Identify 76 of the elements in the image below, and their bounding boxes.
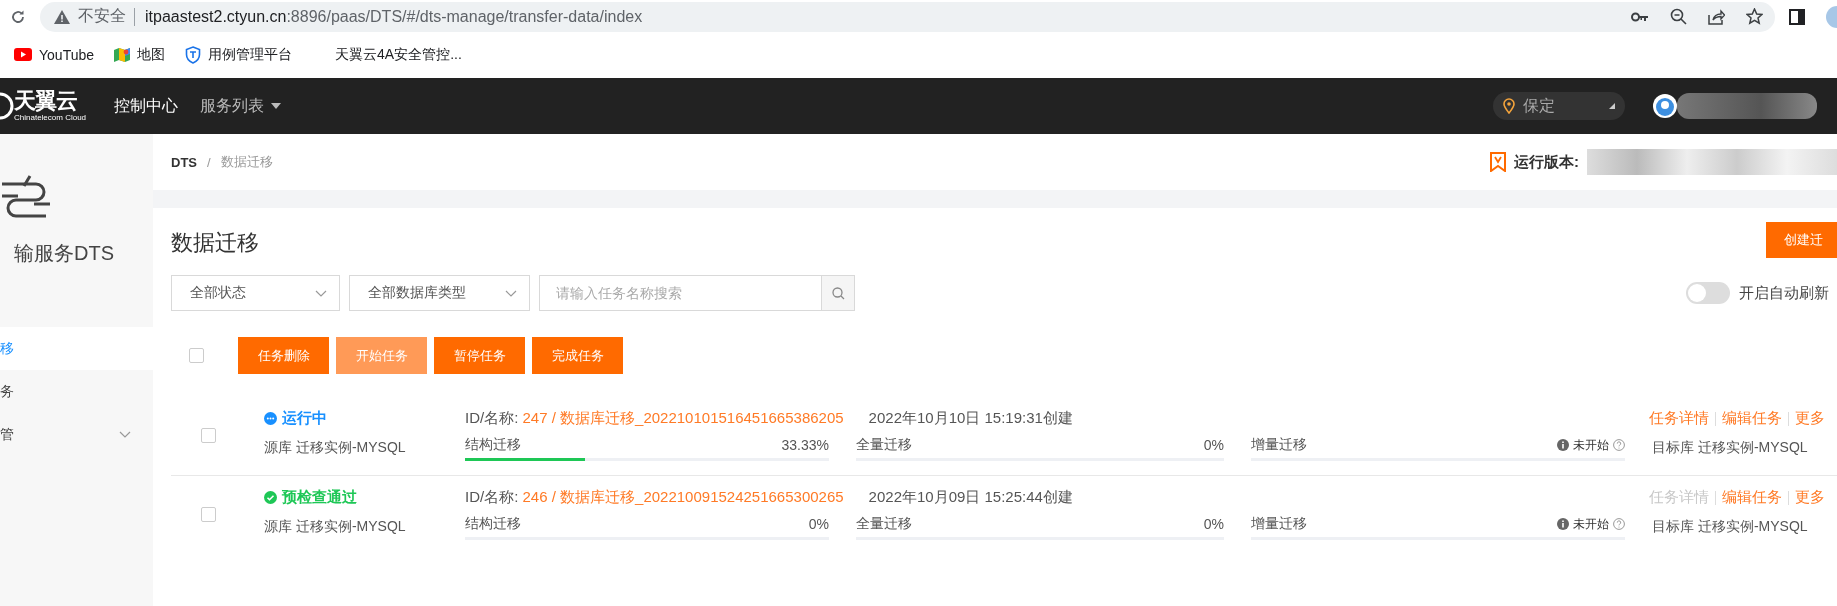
toggle-label: 开启自动刷新 <box>1739 283 1829 303</box>
stage-name: 增量迁移 <box>1251 515 1307 533</box>
stage-name: 增量迁移 <box>1251 436 1307 454</box>
row-checkbox[interactable] <box>201 506 216 522</box>
stage-percent: 0% <box>1203 437 1224 453</box>
stage-percent: 33.33% <box>781 437 829 453</box>
video-play-icon <box>14 48 32 61</box>
info-icon <box>1557 518 1569 530</box>
status-dropdown[interactable]: 全部状态 <box>171 275 340 311</box>
logo[interactable]: 天翼云 Chinatelecom Cloud <box>0 90 98 122</box>
source-database: 源库 迁移实例-MYSQL <box>264 439 407 457</box>
created-time: 2022年10月09日 15:25:44创建 <box>868 488 1073 507</box>
chevron-down-icon <box>315 289 327 297</box>
bookmark[interactable]: YouTube <box>14 46 94 63</box>
sidebar-item[interactable]: 务 <box>0 370 153 413</box>
toggle-switch[interactable] <box>1686 282 1730 304</box>
info-icon <box>1557 439 1569 451</box>
source-database: 源库 迁移实例-MYSQL <box>264 518 407 536</box>
help-icon[interactable] <box>1613 518 1625 530</box>
help-icon[interactable] <box>1613 439 1625 451</box>
breadcrumb-current: 数据迁移 <box>220 153 273 171</box>
chevron-down-icon <box>119 431 131 438</box>
warning-icon <box>54 9 70 24</box>
nav-menu-item[interactable]: 服务列表 <box>200 95 281 117</box>
address-bar[interactable]: 不安全 itpaastest2.ctyun.cn:8896/paas/DTS/#/dts-manage/transfer-data/index <box>40 1 1775 32</box>
bookmark[interactable]: 用例管理平台 <box>185 45 292 64</box>
side-panel-icon[interactable] <box>1789 8 1805 25</box>
select-all-checkbox[interactable] <box>189 348 204 363</box>
zoom-out-icon[interactable] <box>1670 8 1687 25</box>
stage-status: 未开始 <box>1573 436 1609 454</box>
sidebar-item[interactable]: 管 <box>0 413 153 456</box>
stage-status: 未开始 <box>1573 515 1609 533</box>
check-circle-icon <box>264 491 277 504</box>
region-selector[interactable]: 保定 <box>1493 92 1625 120</box>
stage-name: 结构迁移 <box>465 515 521 533</box>
stage-percent: 0% <box>808 516 829 532</box>
chevron-down-icon <box>505 289 517 297</box>
shield-icon <box>185 45 201 64</box>
star-icon[interactable] <box>1746 8 1763 25</box>
security-label: 不安全 <box>78 6 126 26</box>
stage-name: 全量迁移 <box>856 515 912 533</box>
bookmark[interactable]: 地图 <box>114 45 165 64</box>
page-title: 数据迁移 <box>171 229 259 257</box>
reload-icon[interactable] <box>10 8 26 25</box>
location-pin-icon <box>1503 98 1515 114</box>
created-time: 2022年10月10日 15:19:31创建 <box>868 409 1073 428</box>
version-label: 运行版本: <box>1514 152 1579 172</box>
row-checkbox[interactable] <box>201 427 216 443</box>
task-id-name: ID/名称: 246 / 数据库迁移_202210091524251665300265 <box>465 488 844 507</box>
stage-percent: 0% <box>1203 516 1224 532</box>
bookmark[interactable]: 天翼云4A安全管控... <box>312 45 462 64</box>
key-icon[interactable] <box>1631 11 1649 22</box>
search-icon[interactable] <box>831 286 845 300</box>
task-id-name: ID/名称: 247 / 数据库迁移_202210101516451665386205 <box>465 409 844 428</box>
breadcrumb-separator: / <box>207 154 211 170</box>
user-avatar-icon[interactable] <box>1653 94 1677 118</box>
version-bookmark-icon <box>1490 152 1506 172</box>
task-status: 预检查通过 <box>282 488 357 507</box>
target-database: 目标库 迁移实例-MYSQL <box>1652 518 1809 536</box>
nav-menu-item[interactable]: 控制中心 <box>114 95 178 117</box>
share-icon[interactable] <box>1708 8 1725 25</box>
breadcrumb-link[interactable]: DTS <box>171 154 197 170</box>
stage-name: 全量迁移 <box>856 436 912 454</box>
caret-icon <box>1609 103 1615 109</box>
profile-avatar-icon[interactable] <box>1823 4 1837 29</box>
more-dots-icon <box>264 412 277 425</box>
task-status: 运行中 <box>282 409 327 428</box>
target-database: 目标库 迁移实例-MYSQL <box>1652 439 1809 457</box>
stage-name: 结构迁移 <box>465 436 521 454</box>
url-text: itpaastest2.ctyun.cn:8896/paas/DTS/#/dts-manage/transfer-data/index <box>145 7 643 26</box>
database-type-dropdown[interactable]: 全部数据库类型 <box>349 275 530 311</box>
map-icon <box>114 46 130 63</box>
search-field[interactable]: 请输入任务名称搜索 <box>539 275 821 311</box>
transfer-service-icon <box>0 174 52 218</box>
service-title: 输服务DTS <box>14 241 115 266</box>
caret-icon <box>271 103 281 109</box>
